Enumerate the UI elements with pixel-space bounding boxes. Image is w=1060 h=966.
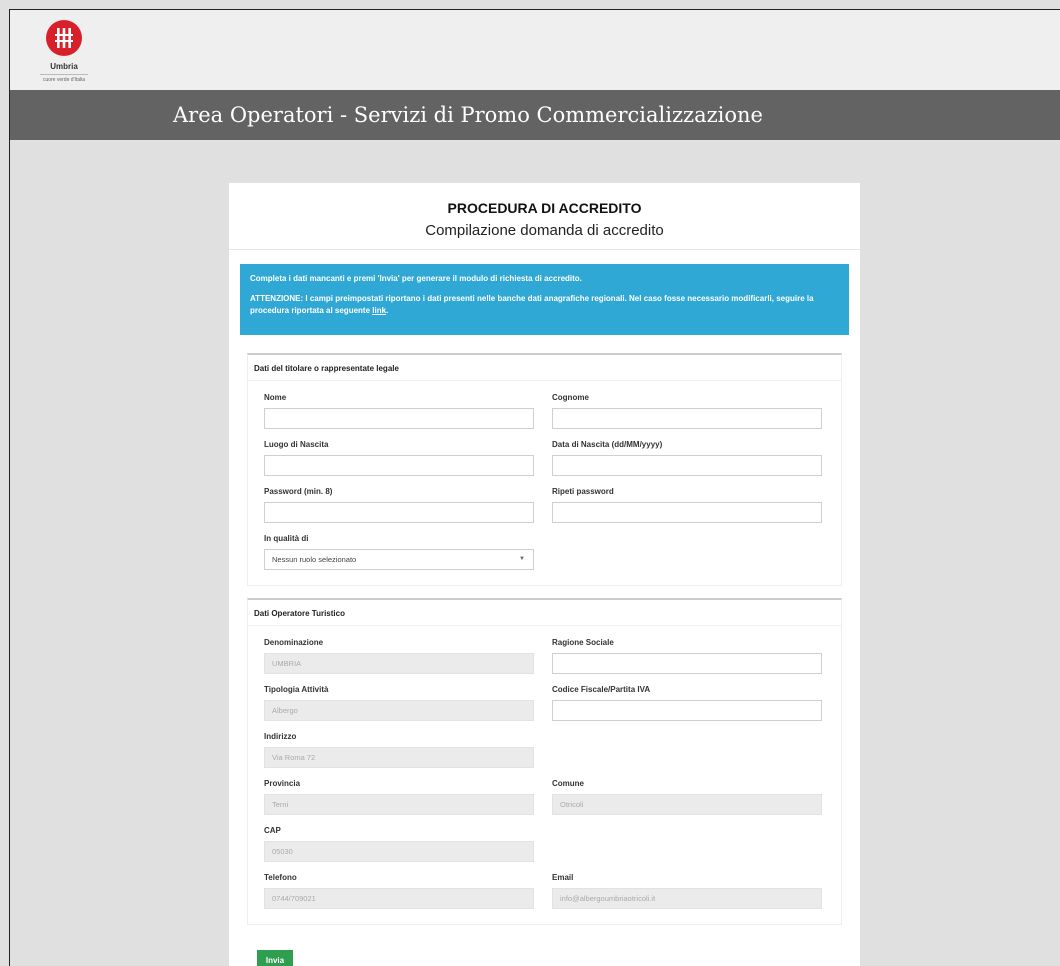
ragione-sociale-label: Ragione Sociale [552,638,614,647]
accreditation-card: PROCEDURA DI ACCREDITO Compilazione doma… [229,183,860,966]
alert-line-2: ATTENZIONE: I campi preimpostati riporta… [250,293,839,317]
logo-tagline: cuore verde d'Italia [40,74,88,83]
provincia-label: Provincia [264,779,301,788]
operator-panel-title: Dati Operatore Turistico [248,600,841,626]
invia-button[interactable]: Invia [257,950,293,966]
password-field: Password (min. 8) [264,481,534,528]
ripeti-password-label: Ripeti password [552,487,614,496]
qualita-select[interactable]: Nessun ruolo selezionato ▼ [264,549,534,570]
cognome-input[interactable] [552,408,822,429]
comune-label: Comune [552,779,584,788]
browser-frame: Umbria cuore verde d'Italia Area Operato… [9,9,1060,966]
logo-name: Umbria [50,62,78,71]
qualita-field: In qualità di Nessun ruolo selezionato ▼ [264,528,534,575]
card-subtitle: Compilazione domanda di accredito [425,222,664,239]
ripeti-password-field: Ripeti password [552,481,822,528]
codice-fiscale-label: Codice Fiscale/Partita IVA [552,685,651,694]
denominazione-label: Denominazione [264,638,324,647]
operator-panel-body: Denominazione UMBRIA Ragione Sociale Tip… [248,626,841,924]
data-nascita-label: Data di Nascita (dd/MM/yyyy) [552,440,663,449]
cap-input: 05030 [264,841,534,862]
luogo-nascita-input[interactable] [264,455,534,476]
denominazione-input: UMBRIA [264,653,534,674]
data-nascita-field: Data di Nascita (dd/MM/yyyy) [552,434,822,481]
email-input: info@albergoumbriaotricoli.it [552,888,822,909]
codice-fiscale-input[interactable] [552,700,822,721]
cap-field: CAP 05030 [264,820,534,867]
ripeti-password-input[interactable] [552,502,822,523]
qualita-label: In qualità di [264,534,309,543]
password-input[interactable] [264,502,534,523]
ragione-sociale-field: Ragione Sociale [552,632,822,679]
ragione-sociale-input[interactable] [552,653,822,674]
owner-panel-body: Nome Cognome Luogo di Nascita Data di Na… [248,381,841,585]
cognome-label: Cognome [552,393,589,402]
data-nascita-input[interactable] [552,455,822,476]
page-banner: Area Operatori - Servizi di Promo Commer… [10,90,1060,140]
comune-input: Otricoli [552,794,822,815]
telefono-input: 0744/709021 [264,888,534,909]
owner-data-panel: Dati del titolare o rappresentate legale… [247,353,842,586]
email-field: Email info@albergoumbriaotricoli.it [552,867,822,914]
codice-fiscale-field: Codice Fiscale/Partita IVA [552,679,822,726]
card-title: PROCEDURA DI ACCREDITO [447,200,642,216]
nome-input[interactable] [264,408,534,429]
tipologia-label: Tipologia Attività [264,685,329,694]
alert-line-2-end: . [386,306,389,315]
top-bar: Umbria cuore verde d'Italia [10,10,1060,90]
alert-line-2-text: ATTENZIONE: I campi preimpostati riporta… [250,294,814,315]
alert-line-1: Completa i dati mancanti e premi 'Invia'… [250,274,582,283]
tipologia-field: Tipologia Attività Albergo [264,679,534,726]
operator-data-panel: Dati Operatore Turistico Denominazione U… [247,598,842,925]
telefono-field: Telefono 0744/709021 [264,867,534,914]
comune-field: Comune Otricoli [552,773,822,820]
luogo-nascita-label: Luogo di Nascita [264,440,329,449]
owner-panel-title: Dati del titolare o rappresentate legale [248,355,841,381]
chevron-down-icon: ▼ [519,556,525,562]
procedure-link[interactable]: link [372,306,386,315]
provincia-input: Terni [264,794,534,815]
indirizzo-label: Indirizzo [264,732,297,741]
umbria-logo[interactable]: Umbria cuore verde d'Italia [40,20,88,83]
umbria-logo-icon [46,20,82,56]
indirizzo-input: Via Roma 72 [264,747,534,768]
info-alert: Completa i dati mancanti e premi 'Invia'… [240,264,849,335]
luogo-nascita-field: Luogo di Nascita [264,434,534,481]
cap-label: CAP [264,826,281,835]
nome-field: Nome [264,387,534,434]
denominazione-field: Denominazione UMBRIA [264,632,534,679]
qualita-selected-value: Nessun ruolo selezionato [272,555,357,564]
provincia-field: Provincia Terni [264,773,534,820]
telefono-label: Telefono [264,873,297,882]
cognome-field: Cognome [552,387,822,434]
tipologia-input: Albergo [264,700,534,721]
card-header: PROCEDURA DI ACCREDITO Compilazione doma… [229,183,860,250]
email-label: Email [552,873,574,882]
nome-label: Nome [264,393,287,402]
indirizzo-field: Indirizzo Via Roma 72 [264,726,534,773]
password-label: Password (min. 8) [264,487,333,496]
